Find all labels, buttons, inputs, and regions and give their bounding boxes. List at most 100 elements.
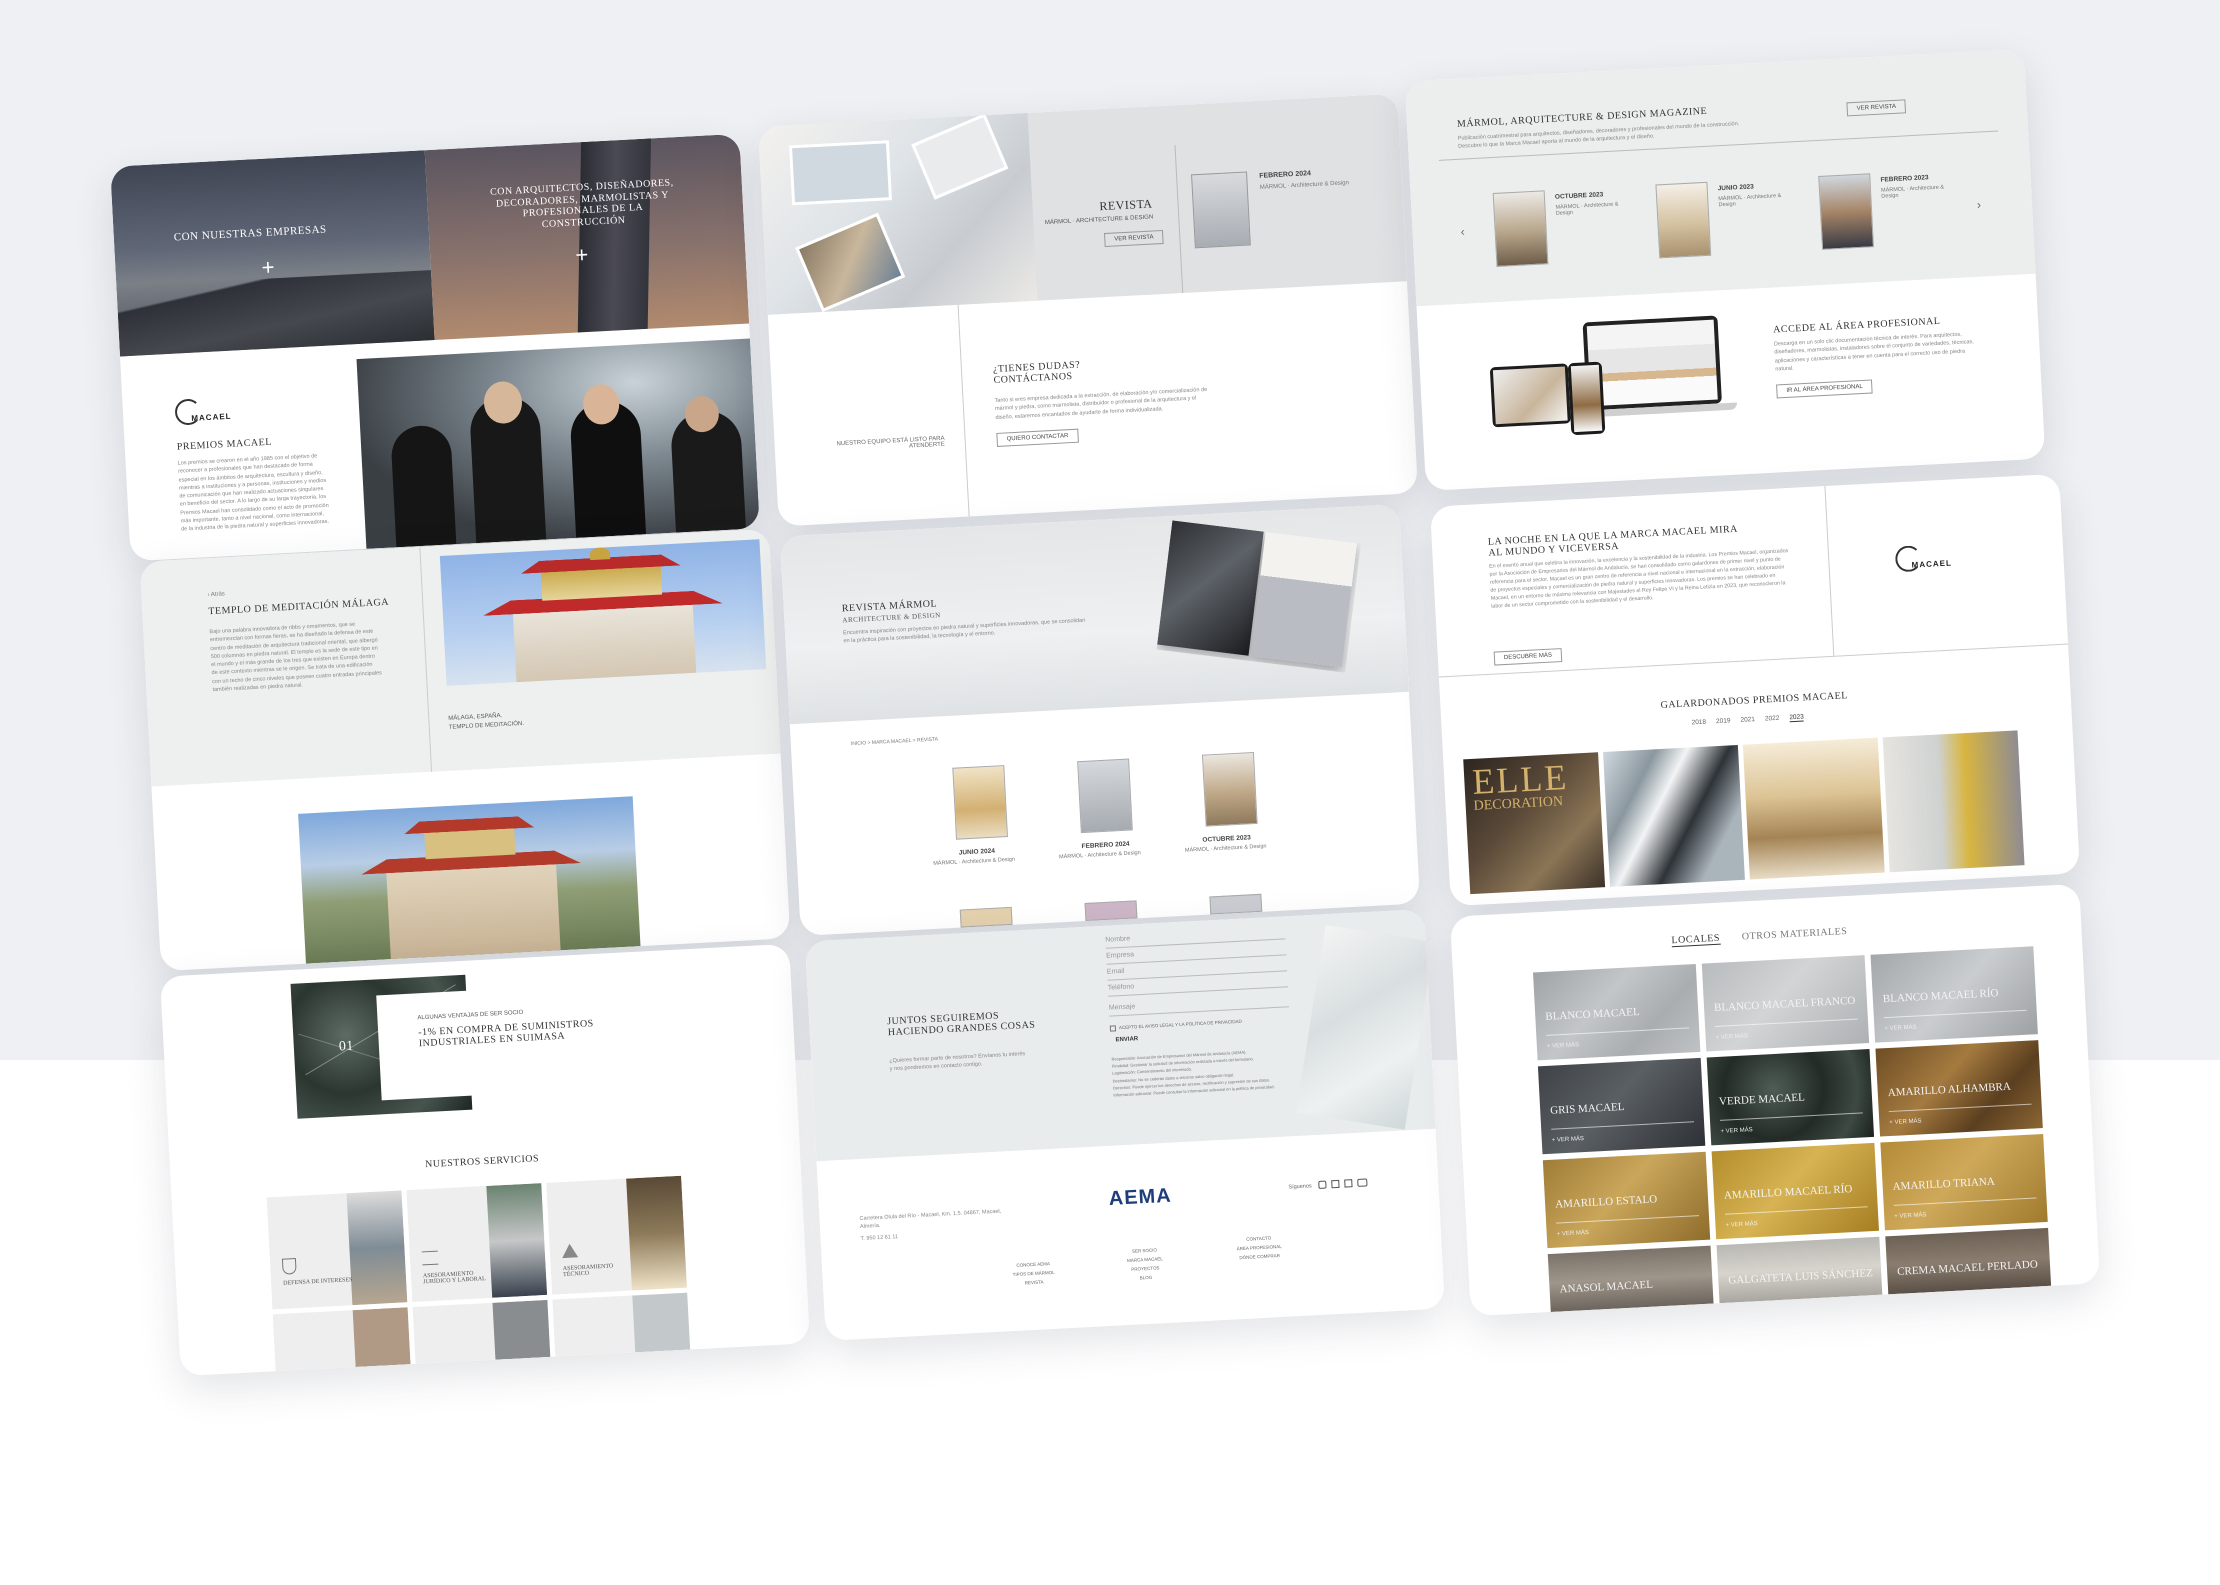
issue-date: JUNIO 2024	[958, 847, 996, 857]
privacy-checkbox[interactable]	[1109, 1025, 1117, 1032]
card-contacto-footer: JUNTOS SEGUIREMOS HACIENDO GRANDES COSAS…	[804, 909, 1446, 1341]
instagram-icon[interactable]	[1318, 1180, 1327, 1189]
youtube-icon[interactable]	[1357, 1178, 1368, 1187]
service-tile[interactable]: DEFENSA DE INTERESES	[266, 1190, 408, 1310]
templo-photo	[439, 539, 767, 686]
premios-logo: MACAEL	[174, 396, 238, 431]
service-tile[interactable]: ASESORAMIENTO TÉCNICO	[546, 1175, 687, 1295]
premios-photo	[356, 338, 760, 549]
shield-icon	[281, 1258, 297, 1275]
enviar-button[interactable]: ENVIAR	[1115, 1036, 1138, 1043]
service-tile[interactable]: ASESORAMIENTO JURÍDICO Y LABORAL	[406, 1183, 548, 1302]
tab-locales[interactable]: LOCALES	[1671, 932, 1721, 948]
issue-cover[interactable]	[1084, 900, 1138, 922]
issue-subtitle: MÁRMOL · Architecture & Design	[933, 856, 1016, 867]
elle-decoration-photo[interactable]: ELLE DECORATION	[1463, 752, 1606, 895]
carousel-prev-icon[interactable]: ‹	[1460, 225, 1465, 239]
empresas-title: CON NUESTRAS EMPRESAS	[173, 223, 327, 244]
issue-cover[interactable]	[1818, 173, 1875, 250]
award-photo[interactable]	[1742, 737, 1885, 880]
footer-link[interactable]: DÓNDE COMPRAR	[1237, 1251, 1283, 1262]
premios-logo: MACAEL	[1894, 543, 1959, 578]
premios-text: Los premios se crearon en el año 1985 co…	[177, 453, 330, 533]
material-tile[interactable]: BLANCO MACAEL FRANCO + VER MÁS	[1701, 955, 1870, 1052]
issue-subtitle: MÁRMOL · Architecture & Design	[1058, 850, 1141, 861]
year-tab[interactable]: 2019	[1716, 717, 1731, 726]
service-tile[interactable]	[552, 1292, 691, 1357]
year-tab[interactable]: 2023	[1789, 713, 1805, 723]
issue-date: OCTUBRE 2023	[1202, 834, 1251, 844]
social-icons	[1318, 1178, 1368, 1189]
issue-cover[interactable]	[1209, 893, 1263, 915]
facebook-icon[interactable]	[1331, 1179, 1340, 1189]
aema-logo[interactable]: AEMA	[1108, 1185, 1172, 1211]
follow-label: Síguenos	[1288, 1183, 1312, 1191]
footer-phone: T. 950 12 61 11	[860, 1234, 899, 1242]
plus-icon[interactable]: +	[261, 254, 275, 281]
materials-tabs: LOCALES OTROS MATERIALES	[1671, 926, 1848, 948]
descubre-mas-button[interactable]: DESCUBRE MÁS	[1493, 648, 1563, 666]
material-tile[interactable]: AMARILLO MACAEL RÍO + VER MÁS	[1711, 1142, 1879, 1240]
footer-col: CONTACTO ÁREA PROFESIONAL DÓNDE COMPRAR	[1236, 1233, 1283, 1262]
logo-wordmark: MACAEL	[1911, 558, 1953, 570]
card-noche-galardonados: LA NOCHE EN LA QUE LA MARCA MACAEL MIRA …	[1429, 473, 2081, 907]
card-revista-marmol: REVISTA MÁRMOL ARCHITECTURE & DESIGN Enc…	[779, 504, 1421, 936]
card-socio-servicios: ALGUNAS VENTAJAS DE SER SOCIO 01 -1% EN …	[159, 943, 811, 1377]
back-link[interactable]: ‹ Atrás	[207, 591, 225, 598]
issue-cover[interactable]	[1492, 190, 1549, 267]
tab-otros-materiales[interactable]: OTROS MATERIALES	[1742, 926, 1848, 944]
material-tile[interactable]: BLANCO MACAEL + VER MÁS	[1532, 963, 1701, 1061]
service-label: ASESORAMIENTO JURÍDICO Y LABORAL	[422, 1270, 486, 1286]
issue-cover[interactable]	[1191, 171, 1251, 249]
card-revista-dudas: REVISTA MÁRMOL · ARCHITECTURE & DESIGN V…	[757, 93, 1419, 527]
service-label: DEFENSA DE INTERESES	[283, 1277, 353, 1287]
material-tile[interactable]: VERDE MACAEL + VER MÁS	[1706, 1048, 1875, 1146]
material-tile[interactable]: GRIS MACAEL + VER MÁS	[1537, 1057, 1706, 1155]
empresas-photo[interactable]: CON NUESTRAS EMPRESAS +	[110, 150, 435, 357]
service-tile[interactable]	[412, 1299, 551, 1364]
issue-cover[interactable]	[952, 765, 1008, 840]
breadcrumb[interactable]: INICIO > MARCA MACAEL > REVISTA	[851, 737, 938, 748]
issue-date: FEBRERO 2024	[1081, 840, 1130, 851]
card-templo: ‹ Atrás TEMPLO DE MEDITACIÓN MÁLAGA Bajo…	[139, 528, 791, 972]
service-label: ASESORAMIENTO TÉCNICO	[562, 1263, 614, 1279]
issue-subtitle: MÁRMOL · Architecture & Design	[1184, 843, 1267, 854]
area-profesional-button[interactable]: IR AL ÁREA PROFESIONAL	[1776, 379, 1874, 399]
issue-cover[interactable]	[1077, 758, 1133, 834]
dudas-text: Tanto si eres empresa dedicada a la extr…	[994, 386, 1208, 421]
quiero-contactar-button[interactable]: QUIERO CONTACTAR	[996, 428, 1079, 447]
open-magazine-photo	[1157, 520, 1361, 672]
service-tile[interactable]	[272, 1307, 411, 1372]
footer-link[interactable]: BLOG	[1128, 1272, 1164, 1283]
area-text: Descarga en un solo clic documentación t…	[1773, 331, 1974, 373]
magazine-spread-photo	[757, 112, 1038, 315]
material-tile[interactable]: GALGATETA LUIS SÁNCHEZ	[1716, 1236, 1883, 1304]
material-tile[interactable]: ANASOL MACAEL	[1547, 1245, 1714, 1313]
material-tile[interactable]: CREMA MACAEL PERLADO	[1885, 1227, 2052, 1295]
award-photo[interactable]	[1882, 730, 2025, 873]
benefit-number: 01	[338, 1038, 355, 1055]
issue-cover[interactable]	[1655, 181, 1712, 259]
equipo-text: NUESTRO EQUIPO ESTÁ LISTO PARA ATENDERTE	[836, 435, 946, 450]
year-tab[interactable]: 2021	[1740, 716, 1755, 725]
carousel-next-icon[interactable]: ›	[1977, 198, 1982, 212]
decoration-wordmark: DECORATION	[1473, 794, 1564, 814]
award-photo[interactable]	[1603, 744, 1745, 887]
noche-text: En el evento anual que celebra la innova…	[1489, 548, 1789, 610]
templo-aerial-photo	[298, 796, 641, 964]
profesionales-title: CON ARQUITECTOS, DISEÑADORES, DECORADORE…	[489, 177, 674, 230]
linkedin-icon[interactable]	[1344, 1179, 1353, 1188]
plus-icon[interactable]: +	[575, 242, 589, 269]
year-tab[interactable]: 2018	[1691, 719, 1706, 728]
issue-cover[interactable]	[1201, 751, 1258, 827]
premios-title: PREMIOS MACAEL	[176, 436, 273, 453]
year-tab[interactable]: 2022	[1765, 715, 1780, 724]
card-empresas-premios: CON NUESTRAS EMPRESAS + CON ARQUITECTOS,…	[110, 133, 760, 562]
issue-cover[interactable]	[959, 906, 1013, 928]
material-tile[interactable]: AMARILLO TRIANA + VER MÁS	[1880, 1134, 2048, 1231]
material-tile[interactable]: AMARILLO ESTALO + VER MÁS	[1542, 1151, 1711, 1249]
material-tile[interactable]: BLANCO MACAEL RÍO + VER MÁS	[1870, 946, 2038, 1043]
material-tile[interactable]: AMARILLO ALHAMBRA + VER MÁS	[1875, 1040, 2043, 1137]
profesionales-photo[interactable]: CON ARQUITECTOS, DISEÑADORES, DECORADORE…	[424, 133, 750, 341]
dudas-title: ¿TIENES DUDAS? CONTÁCTANOS	[992, 359, 1081, 386]
